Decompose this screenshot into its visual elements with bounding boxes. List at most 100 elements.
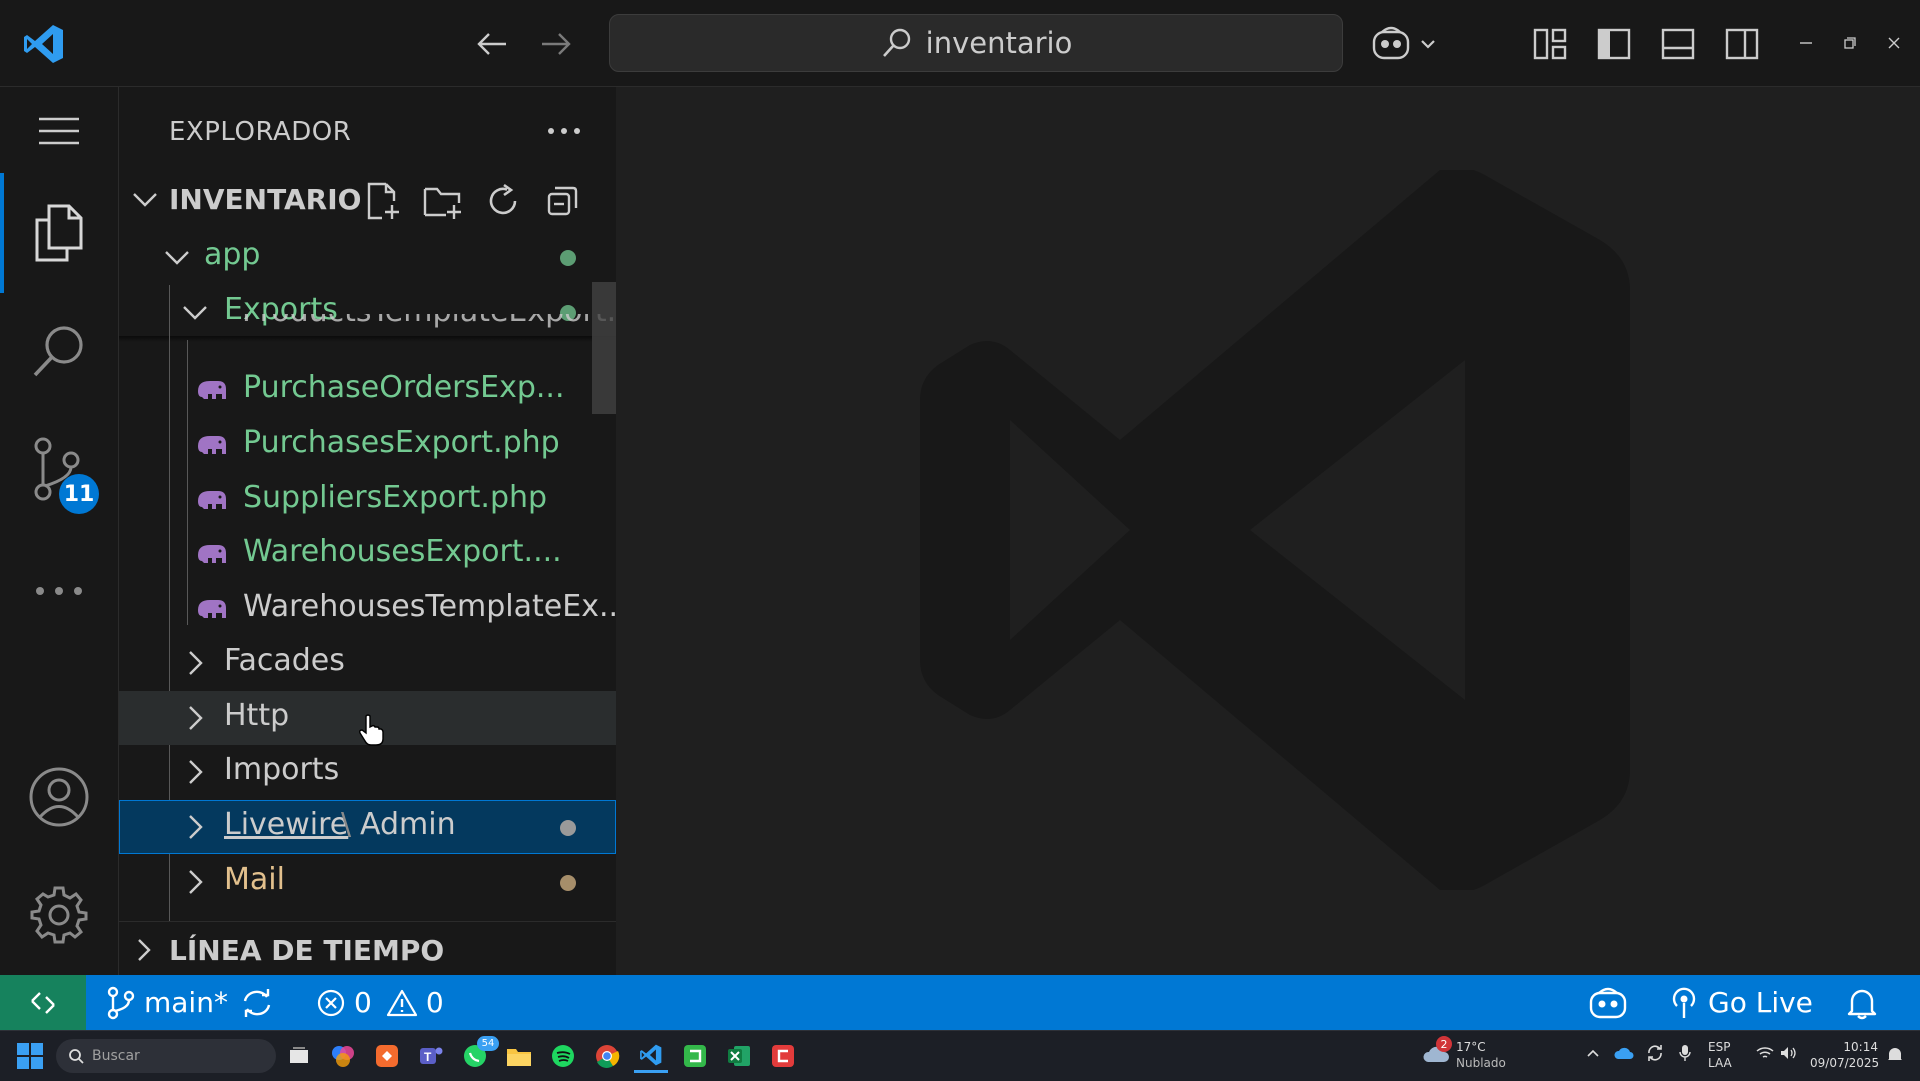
whatsapp-badge: 54 (477, 1036, 499, 1051)
more-actions-icon[interactable] (542, 114, 586, 148)
keyboard-lang-1[interactable]: ESP (1708, 1040, 1730, 1054)
chevron-right-icon (189, 651, 203, 675)
sync-changes-icon[interactable] (240, 975, 274, 1030)
clock-time[interactable]: 10:14 (1824, 1040, 1878, 1054)
collapse-all-icon[interactable] (538, 178, 588, 224)
chevron-right-icon (189, 870, 203, 894)
toggle-primary-sidebar-icon[interactable] (1592, 22, 1636, 66)
tree-file[interactable]: PurchaseOrdersExp... U (119, 363, 697, 417)
chrome-icon[interactable] (590, 1039, 624, 1073)
tree-label: WarehousesExport.... (243, 534, 562, 569)
tree-folder-mail[interactable]: Mail (119, 855, 616, 909)
excel-icon[interactable] (722, 1039, 756, 1073)
tree-file[interactable]: SuppliersExport.php U (119, 473, 697, 527)
git-branch-item[interactable]: main* (106, 975, 228, 1030)
explorer-files-icon[interactable] (0, 188, 118, 278)
settings-gear-icon[interactable] (0, 870, 118, 960)
chevron-right-icon (189, 706, 203, 730)
refresh-icon[interactable] (478, 178, 528, 224)
new-folder-icon[interactable] (418, 178, 468, 224)
copilot-menu-button[interactable] (1370, 22, 1440, 66)
warning-count: 0 (425, 986, 444, 1019)
command-center-text: inventario (925, 26, 1073, 60)
tree-file[interactable]: PurchasesExport.php U (119, 418, 697, 472)
forward-arrow-icon[interactable] (536, 26, 576, 62)
volume-icon[interactable] (1780, 1046, 1798, 1060)
back-arrow-icon[interactable] (472, 26, 512, 62)
minimize-icon[interactable] (1790, 28, 1822, 58)
tree-label-livewire[interactable]: Livewire (224, 807, 348, 842)
accounts-icon[interactable] (0, 752, 118, 842)
tree-label: app (204, 237, 261, 272)
wifi-icon[interactable] (1756, 1046, 1774, 1060)
menu-hamburger-icon[interactable] (0, 86, 118, 176)
teams-icon[interactable]: T (414, 1039, 448, 1073)
sync-app-icon[interactable] (1646, 1044, 1664, 1062)
mouse-pointer-icon (358, 713, 384, 747)
tree-folder-imports[interactable]: Imports (119, 745, 616, 799)
go-live-button[interactable]: Go Live (1668, 975, 1813, 1030)
tree-label: Mail (224, 862, 285, 897)
new-file-icon[interactable] (358, 178, 408, 224)
php-elephant-icon (198, 600, 226, 618)
customize-layout-icon[interactable] (1528, 22, 1572, 66)
vscode-taskbar-icon[interactable] (634, 1039, 668, 1073)
file-explorer-icon[interactable] (502, 1039, 536, 1073)
keyboard-lang-2[interactable]: LAA (1708, 1056, 1732, 1070)
tree-label: ProductsTemplateExport... (242, 314, 616, 329)
go-live-label: Go Live (1708, 986, 1813, 1019)
notifications-bell-icon[interactable] (1846, 975, 1878, 1030)
restore-icon[interactable] (1834, 28, 1866, 58)
copilot-status-icon[interactable] (1588, 975, 1628, 1030)
copilot-app-icon[interactable] (326, 1039, 360, 1073)
git-branch-name: main* (144, 986, 228, 1019)
search-icon[interactable] (0, 306, 118, 396)
windows-start-icon[interactable] (14, 1040, 46, 1072)
weather-alert-badge: 2 (1436, 1036, 1452, 1052)
toggle-panel-icon[interactable] (1656, 22, 1700, 66)
toggle-secondary-sidebar-icon[interactable] (1720, 22, 1764, 66)
tree-file[interactable]: WarehousesExport.... U (119, 527, 697, 581)
tree-label: PurchasesExport.php (243, 425, 560, 460)
error-count: 0 (354, 986, 372, 1019)
tree-folder-livewire-admin[interactable]: Livewire \ Admin (119, 800, 616, 854)
chevron-up-icon[interactable] (1586, 1048, 1600, 1058)
tree-folder-facades[interactable]: Facades (119, 636, 616, 690)
git-status-dot (560, 820, 576, 836)
sidebar-scrollbar-thumb[interactable] (592, 282, 616, 414)
tree-file[interactable]: WarehousesTemplateEx... (119, 582, 628, 636)
taskbar-search-placeholder: Buscar (92, 1048, 140, 1064)
source-control-icon[interactable] (0, 424, 118, 514)
php-elephant-icon (198, 436, 226, 454)
problems-item[interactable]: 0 0 (316, 975, 444, 1030)
warning-icon (386, 988, 418, 1018)
tree-label: Facades (224, 643, 345, 678)
spotify-icon[interactable] (546, 1039, 580, 1073)
chevron-right-icon (189, 815, 203, 839)
taskbar-search[interactable]: Buscar (56, 1039, 276, 1073)
task-view-icon[interactable] (282, 1039, 316, 1073)
tree-folder-app[interactable]: app (119, 230, 616, 284)
timeline-title: LÍNEA DE TIEMPO (169, 934, 445, 967)
php-elephant-icon (198, 381, 226, 399)
tree-file-partial[interactable]: ProductsTemplateExport... (119, 314, 616, 338)
onedrive-cloud-icon[interactable] (1614, 1046, 1634, 1060)
microphone-icon[interactable] (1678, 1044, 1692, 1062)
notification-center-icon[interactable] (1886, 1046, 1904, 1064)
chevron-down-icon (165, 251, 189, 265)
camtasia-icon[interactable] (678, 1039, 712, 1073)
app-orange-icon[interactable] (370, 1039, 404, 1073)
git-status-dot (560, 250, 576, 266)
clock-date[interactable]: 09/07/2025 (1810, 1056, 1879, 1070)
recorder-app-icon[interactable] (766, 1039, 800, 1073)
tree-label: Imports (224, 752, 340, 787)
explorer-title: EXPLORADOR (169, 117, 352, 147)
close-icon[interactable] (1878, 28, 1910, 58)
remote-indicator-icon[interactable] (0, 975, 86, 1030)
more-views-icon[interactable] (0, 546, 118, 636)
search-icon (69, 1049, 84, 1064)
tree-label-admin[interactable]: Admin (360, 807, 456, 842)
status-bar (0, 975, 1920, 1030)
command-center-search[interactable]: inventario (609, 14, 1343, 72)
tree-label: Http (224, 698, 290, 733)
